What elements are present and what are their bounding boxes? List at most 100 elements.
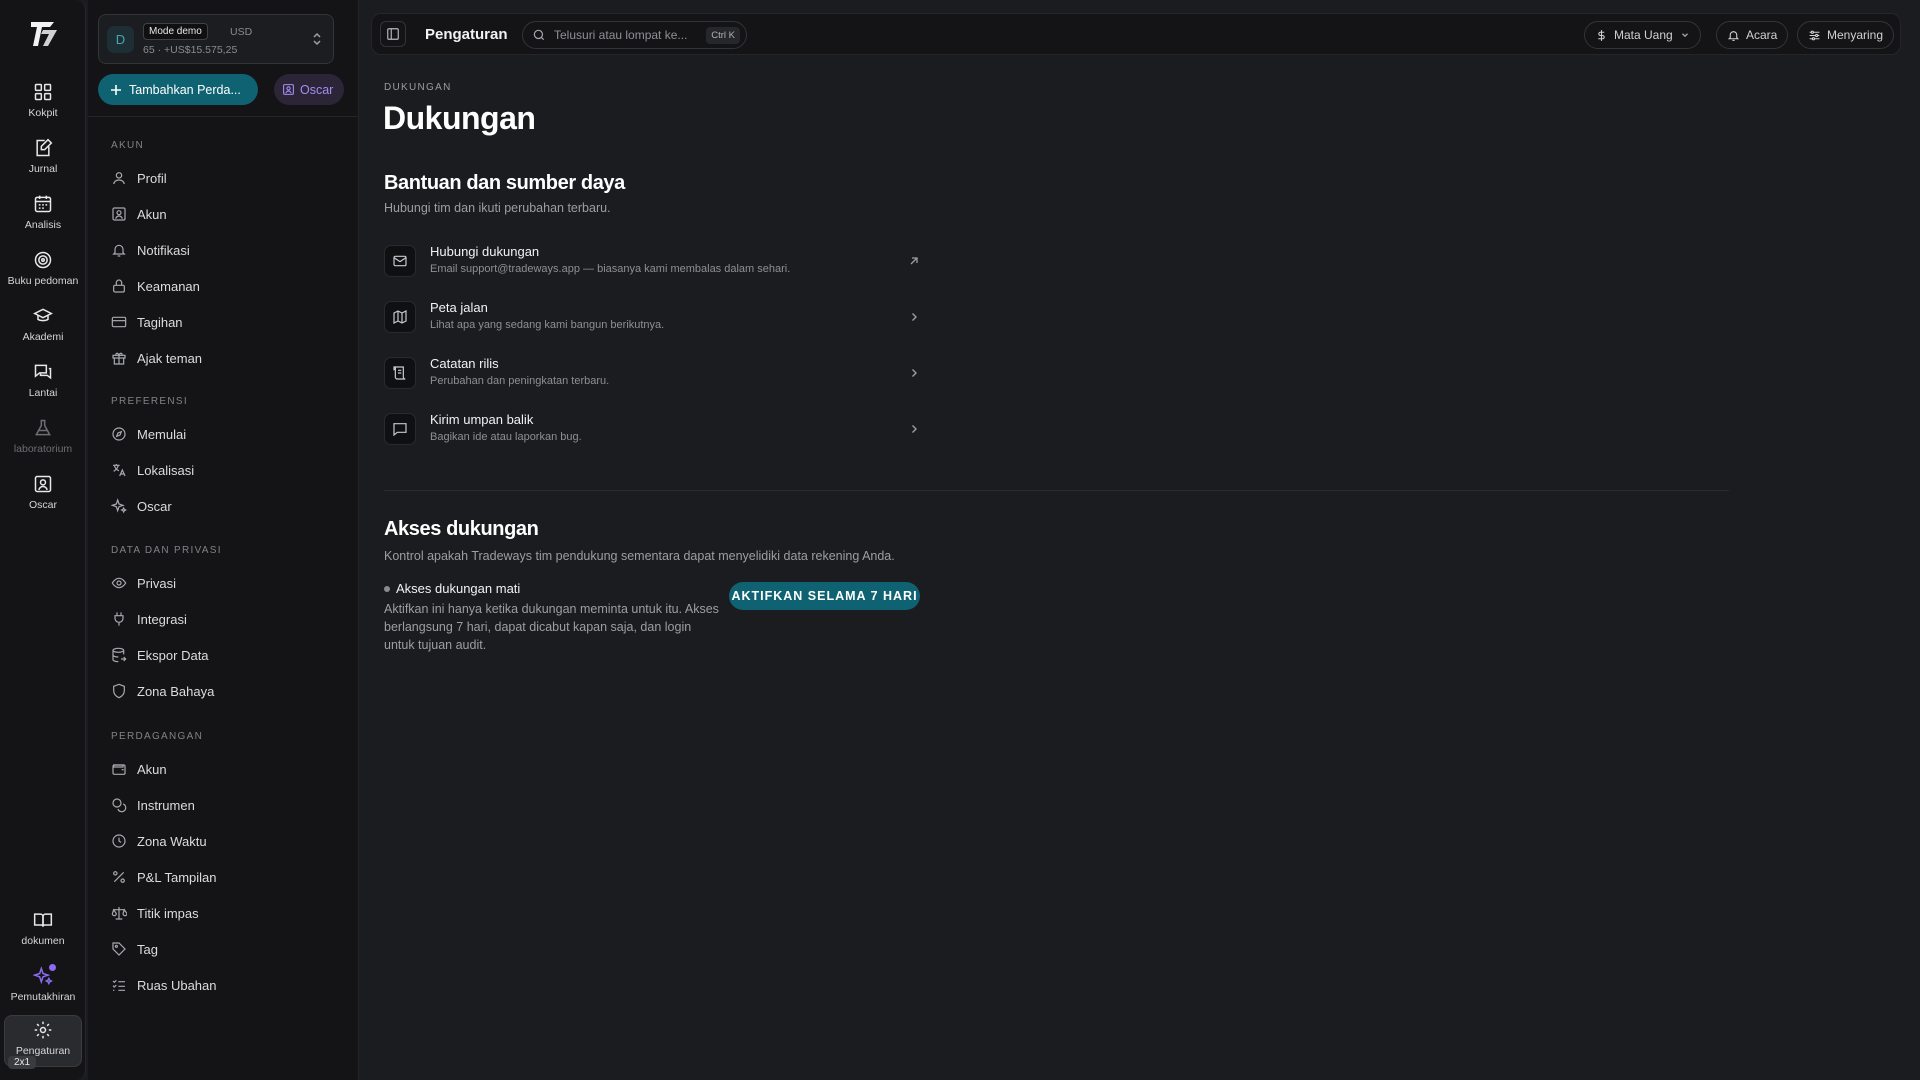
rail-item-lantai[interactable]: Lantai — [4, 358, 82, 412]
rail-item-analisis[interactable]: Analisis — [4, 190, 82, 244]
sidebar-item-lokalisasi[interactable]: Lokalisasi — [106, 456, 346, 484]
row-title: Hubungi dukungan — [430, 244, 540, 259]
section-heading: Dukungan — [383, 100, 536, 136]
rail-item-jurnal[interactable]: Jurnal — [4, 134, 82, 188]
rail-item-label: laboratorium — [13, 443, 73, 455]
divider — [88, 116, 359, 117]
enable-support-access-button[interactable]: AKTIFKAN SELAMA 7 HARI — [729, 582, 920, 610]
gear-icon — [33, 1020, 53, 1040]
user-square-icon — [33, 474, 53, 494]
bell-icon — [111, 242, 127, 258]
release-notes-row[interactable]: Catatan rilis Perubahan dan peningkatan … — [384, 354, 920, 394]
sidebar-item-pl-tampilan[interactable]: P&L Tampilan — [106, 863, 346, 891]
rail-item-label: dokumen — [21, 935, 65, 947]
app-rail: Kokpit Jurnal Analisis Buku pedoman Akad… — [0, 0, 86, 1080]
calendar-icon — [33, 194, 53, 214]
sidebar-item-label: Privasi — [137, 575, 177, 591]
rail-item-label: Oscar — [28, 499, 57, 511]
sidebar-item-label: Instrumen — [137, 797, 195, 813]
sidebar-item-ajak-teman[interactable]: Ajak teman — [106, 344, 346, 372]
sidebar-item-notifikasi[interactable]: Notifikasi — [106, 236, 346, 264]
sliders-icon — [1809, 30, 1820, 40]
chat-icon — [33, 362, 53, 382]
contact-support-row[interactable]: Hubungi dukungan Email support@tradeways… — [384, 242, 920, 282]
sidebar-item-ruas-ubahan[interactable]: Ruas Ubahan — [106, 971, 346, 999]
oscar-label: Oscar — [300, 82, 334, 97]
journal-icon — [33, 138, 53, 158]
rail-item-label: Kokpit — [28, 107, 58, 119]
sidebar-item-integrasi[interactable]: Integrasi — [106, 605, 346, 633]
oscar-button[interactable]: Oscar — [274, 74, 344, 105]
sidebar-item-zona-waktu[interactable]: Zona Waktu — [106, 827, 346, 855]
eye-icon — [111, 575, 127, 591]
divider — [384, 490, 1729, 491]
sidebar-item-titik-impas[interactable]: Titik impas — [106, 899, 346, 927]
roadmap-row[interactable]: Peta jalan Lihat apa yang sedang kami ba… — [384, 298, 920, 338]
support-access-status: Akses dukungan mati — [384, 581, 520, 596]
sidebar-item-tagihan[interactable]: Tagihan — [106, 308, 346, 336]
sidebar-item-keamanan[interactable]: Keamanan — [106, 272, 346, 300]
sidebar-item-instrumen[interactable]: Instrumen — [106, 791, 346, 819]
row-title: Catatan rilis — [430, 356, 499, 371]
help-resources-subtitle: Hubungi tim dan ikuti perubahan terbaru. — [384, 201, 611, 215]
sidebar-item-akun[interactable]: Akun — [106, 200, 346, 228]
sidebar-item-label: Profil — [137, 170, 167, 186]
sidebar-item-profil[interactable]: Profil — [106, 164, 346, 192]
settings-sidebar: D Mode demo USD 65 · +US$15.575,25 Tamba… — [88, 0, 359, 1080]
compass-icon — [111, 426, 127, 442]
sidebar-item-oscar[interactable]: Oscar — [106, 492, 346, 520]
rail-item-label: Lantai — [28, 387, 58, 399]
rail-item-dokumen[interactable]: dokumen — [4, 906, 82, 960]
support-access-subtitle: Kontrol apakah Tradeways tim pendukung s… — [384, 549, 895, 563]
percent-icon — [111, 869, 127, 885]
add-trade-button[interactable]: Tambahkan Perda... — [98, 74, 258, 105]
account-switcher[interactable]: D Mode demo USD 65 · +US$15.575,25 — [98, 14, 334, 64]
user-square-icon — [111, 206, 127, 222]
filter-button[interactable]: Menyaring — [1797, 21, 1895, 49]
currency-dropdown[interactable]: Mata Uang — [1584, 21, 1701, 49]
sidebar-item-label: Lokalisasi — [137, 462, 195, 478]
rail-item-label: Buku pedoman — [7, 275, 79, 287]
notification-dot — [49, 964, 56, 971]
row-description: Email support@tradeways.app — biasanya k… — [430, 263, 791, 275]
sidebar-item-label: Zona Waktu — [137, 833, 207, 849]
sidebar-toggle-button[interactable] — [380, 21, 406, 47]
sidebar-item-label: Integrasi — [137, 611, 187, 627]
chevrons-up-down-icon — [311, 32, 323, 46]
send-feedback-row[interactable]: Kirim umpan balik Bagikan ide atau lapor… — [384, 410, 920, 450]
sidebar-item-zona-bahaya[interactable]: Zona Bahaya — [106, 677, 346, 705]
account-balance: 65 · +US$15.575,25 — [143, 44, 238, 56]
rail-item-buku-pedoman[interactable]: Buku pedoman — [4, 246, 82, 300]
target-icon — [33, 250, 53, 270]
sidebar-item-memulai[interactable]: Memulai — [106, 420, 346, 448]
support-access-help: Aktifkan ini hanya ketika dukungan memin… — [384, 602, 719, 652]
page-title: Pengaturan — [425, 26, 508, 43]
section-title-perdagangan: PERDAGANGAN — [111, 731, 204, 742]
sidebar-item-label: Ruas Ubahan — [137, 977, 217, 993]
sidebar-item-trading-akun[interactable]: Akun — [106, 755, 346, 783]
avatar: D — [107, 26, 134, 53]
sidebar-item-label: Akun — [137, 761, 167, 777]
rail-item-akademi[interactable]: Akademi — [4, 302, 82, 356]
breadcrumb: DUKUNGAN — [384, 82, 452, 93]
rail-item-pemutakhiran[interactable]: Pemutakhiran — [4, 962, 82, 1016]
sidebar-item-label: Ekspor Data — [137, 647, 209, 663]
rail-item-oscar[interactable]: Oscar — [4, 470, 82, 524]
sidebar-item-label: Ajak teman — [137, 350, 203, 366]
search-input[interactable]: Telusuri atau lompat ke... Ctrl K — [522, 21, 747, 49]
shield-icon — [111, 683, 127, 699]
status-dot — [384, 585, 390, 592]
rail-item-label: Pemutakhiran — [10, 991, 76, 1003]
sidebar-item-privasi[interactable]: Privasi — [106, 569, 346, 597]
events-button[interactable]: Acara — [1716, 21, 1789, 49]
rail-item-laboratorium[interactable]: laboratorium — [4, 414, 82, 468]
currency-label: Mata Uang — [1614, 28, 1673, 42]
rail-item-kokpit[interactable]: Kokpit — [4, 78, 82, 132]
app-logo[interactable] — [28, 18, 60, 50]
sidebar-item-tag[interactable]: Tag — [106, 935, 346, 963]
sidebar-item-ekspor-data[interactable]: Ekspor Data — [106, 641, 346, 669]
row-description: Bagikan ide atau laporkan bug. — [430, 431, 582, 443]
message-square-icon — [384, 413, 416, 445]
sidebar-item-label: Titik impas — [137, 905, 199, 921]
sidebar-item-label: Zona Bahaya — [137, 683, 215, 699]
